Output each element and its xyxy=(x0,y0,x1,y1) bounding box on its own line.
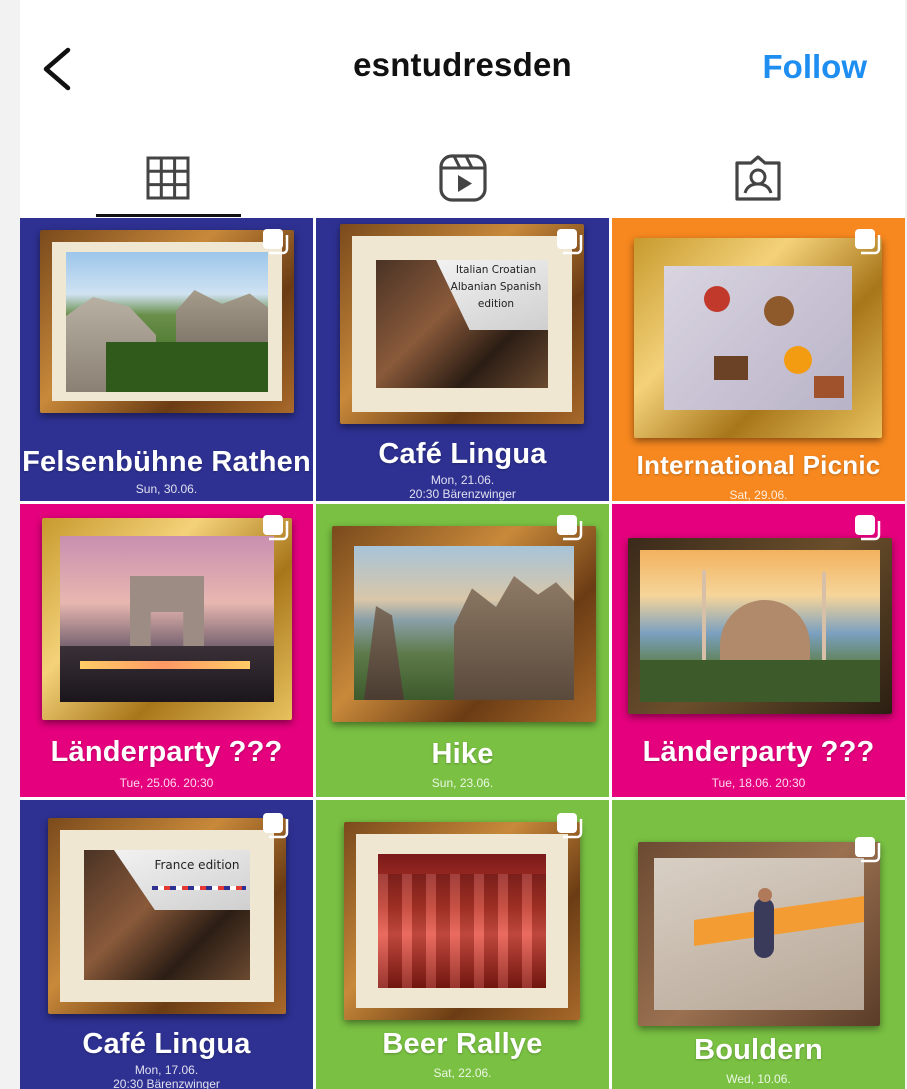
post-title: Beer Rallye xyxy=(382,1028,543,1060)
grid-icon xyxy=(146,156,189,200)
post-photo: France edition xyxy=(84,850,250,980)
picture-frame xyxy=(40,230,294,413)
post-title: Hike xyxy=(431,738,494,770)
post-tile[interactable]: Italian Croatian Albanian Spanish editio… xyxy=(316,218,609,501)
carousel-icon xyxy=(263,515,289,541)
edition-overlay: France edition xyxy=(154,858,240,872)
post-date: Sun, 30.06. xyxy=(135,482,198,496)
picture-frame xyxy=(628,538,892,714)
post-tile[interactable]: Länderparty ??? Tue, 25.06. 20:30 xyxy=(20,504,313,797)
carousel-icon xyxy=(557,813,583,839)
active-tab-indicator xyxy=(96,214,241,217)
post-title: Felsenbühne Rathen xyxy=(22,446,311,478)
tab-reels[interactable] xyxy=(315,138,610,218)
post-tile[interactable]: Beer Rallye Sat, 22.06. xyxy=(316,800,609,1089)
post-date: Sat, 22.06. xyxy=(433,1066,492,1080)
post-title: Länderparty ??? xyxy=(50,736,283,768)
profile-screen: esntudresden Follow Felsenbühne Rathen S… xyxy=(20,0,905,1089)
picture-frame xyxy=(344,822,580,1020)
post-date: Tue, 25.06. 20:30 xyxy=(119,776,214,790)
post-tile[interactable]: Bouldern Wed, 10.06. xyxy=(612,800,905,1089)
picture-frame: France edition xyxy=(48,818,286,1014)
post-tile[interactable]: International Picnic Sat, 29.06. xyxy=(612,218,905,501)
picture-frame xyxy=(634,238,882,438)
picture-frame: Italian Croatian Albanian Spanish editio… xyxy=(340,224,584,424)
post-photo xyxy=(60,536,274,702)
picture-frame xyxy=(638,842,880,1026)
profile-header: esntudresden Follow xyxy=(20,0,905,135)
post-date: Tue, 18.06. 20:30 xyxy=(711,776,806,790)
picture-frame xyxy=(332,526,596,722)
picture-frame xyxy=(42,518,292,720)
profile-tabs xyxy=(20,138,905,218)
tab-posts[interactable] xyxy=(20,138,315,218)
post-date: Sun, 23.06. xyxy=(431,776,494,790)
post-photo xyxy=(640,550,880,702)
post-title: Café Lingua xyxy=(378,438,547,470)
post-tile[interactable]: Hike Sun, 23.06. xyxy=(316,504,609,797)
post-tile[interactable]: Felsenbühne Rathen Sun, 30.06. xyxy=(20,218,313,501)
post-date: Mon, 21.06. 20:30 Bärenzwinger xyxy=(409,473,516,501)
post-date: Sat, 29.06. xyxy=(729,488,788,501)
edition-overlay: Italian Croatian Albanian Spanish editio… xyxy=(450,264,542,310)
post-photo xyxy=(664,266,852,410)
post-photo xyxy=(378,854,546,988)
post-photo xyxy=(654,858,864,1010)
tagged-icon xyxy=(734,155,781,201)
post-title: Bouldern xyxy=(694,1034,823,1066)
carousel-icon xyxy=(263,229,289,255)
carousel-icon xyxy=(855,229,881,255)
carousel-icon xyxy=(557,229,583,255)
post-photo xyxy=(66,252,268,392)
follow-button[interactable]: Follow xyxy=(763,48,867,86)
carousel-icon xyxy=(263,813,289,839)
post-title: Café Lingua xyxy=(82,1028,251,1060)
reels-icon xyxy=(438,154,487,202)
post-date: Mon, 17.06. 20:30 Bärenzwinger xyxy=(113,1063,220,1089)
post-title: International Picnic xyxy=(636,450,881,480)
post-tile[interactable]: France edition Café Lingua Mon, 17.06. 2… xyxy=(20,800,313,1089)
post-date: Wed, 10.06. xyxy=(726,1072,791,1086)
carousel-icon xyxy=(855,837,881,863)
post-title: Länderparty ??? xyxy=(642,736,875,768)
posts-grid: Felsenbühne Rathen Sun, 30.06. Italian C… xyxy=(20,218,905,1089)
post-photo xyxy=(354,546,574,700)
post-photo: Italian Croatian Albanian Spanish editio… xyxy=(376,260,548,388)
carousel-icon xyxy=(557,515,583,541)
post-tile[interactable]: Länderparty ??? Tue, 18.06. 20:30 xyxy=(612,504,905,797)
tab-tagged[interactable] xyxy=(610,138,905,218)
carousel-icon xyxy=(855,515,881,541)
